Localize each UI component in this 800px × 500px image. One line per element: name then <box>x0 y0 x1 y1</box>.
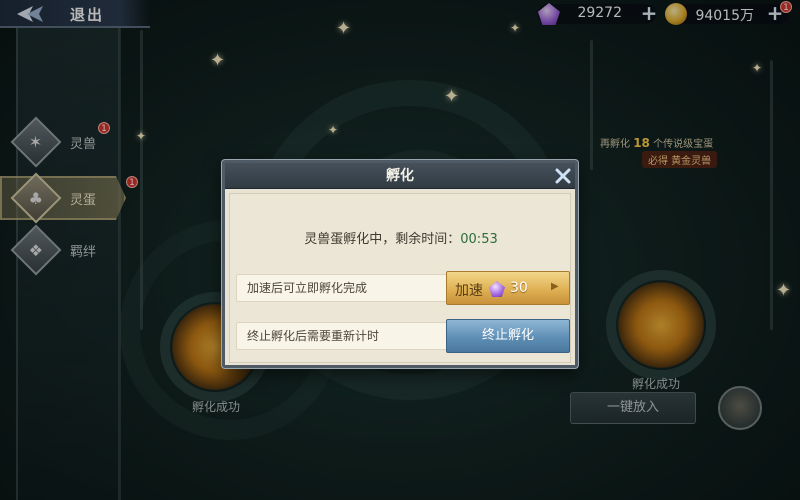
speed-up-cost: 30 <box>510 280 528 296</box>
dialog-title: 孵化 <box>386 168 414 184</box>
stop-hatch-description: 终止孵化后需要重新计时 <box>236 322 448 350</box>
dialog-body: 灵兽蛋孵化中，剩余时间：00:53 加速后可立即孵化完成 加速 30 ▶ 终止孵… <box>229 193 571 363</box>
speed-up-button[interactable]: 加速 30 ▶ <box>446 271 570 305</box>
timer-label: 灵兽蛋孵化中，剩余时间： <box>304 232 461 247</box>
stop-hatch-button[interactable]: 终止孵化 <box>446 319 570 353</box>
speed-up-label: 加速 <box>455 283 483 299</box>
play-arrow-icon: ▶ <box>551 281 559 292</box>
hatch-timer: 灵兽蛋孵化中，剩余时间：00:53 <box>230 228 572 247</box>
gem-icon <box>489 281 505 297</box>
dialog-header: 孵化 <box>225 163 575 189</box>
speed-up-description: 加速后可立即孵化完成 <box>236 274 448 302</box>
hatch-dialog: 孵化 灵兽蛋孵化中，剩余时间：00:53 加速后可立即孵化完成 加速 30 ▶ … <box>222 160 578 368</box>
close-button[interactable] <box>553 166 573 186</box>
close-icon <box>555 168 571 184</box>
timer-countdown: 00:53 <box>460 232 498 247</box>
